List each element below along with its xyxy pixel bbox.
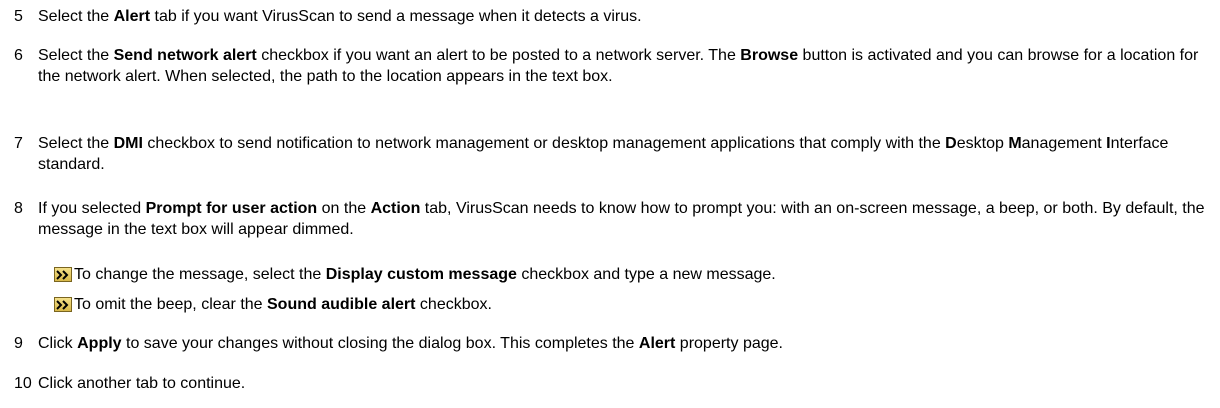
bullet-text: To omit the beep, clear the Sound audibl… bbox=[74, 294, 492, 315]
text-run: to save your changes without closing the… bbox=[121, 335, 639, 352]
bullet-text: To change the message, select the Displa… bbox=[74, 264, 776, 285]
sub-bullet-omit-beep: To omit the beep, clear the Sound audibl… bbox=[54, 294, 492, 315]
ui-term: Alert bbox=[113, 8, 151, 25]
step-7: 7 Select the DMI checkbox to send notifi… bbox=[14, 133, 1209, 175]
text-run: property page. bbox=[675, 335, 783, 352]
text-run: Select the bbox=[38, 47, 114, 64]
ui-term: Action bbox=[370, 200, 421, 217]
text-run: To omit the beep, clear the bbox=[74, 296, 267, 313]
arrow-right-double-icon bbox=[54, 267, 72, 282]
step-text: Select the DMI checkbox to send notifica… bbox=[38, 133, 1209, 175]
ui-term: Alert bbox=[638, 335, 676, 352]
step-number: 7 bbox=[14, 135, 23, 152]
ui-term: Send network alert bbox=[113, 47, 257, 64]
step-number: 6 bbox=[14, 47, 23, 64]
step-text: Click Apply to save your changes without… bbox=[38, 333, 1209, 354]
text-run: checkbox. bbox=[415, 296, 492, 313]
ui-term: DMI bbox=[113, 135, 143, 152]
text-run: tab if you want VirusScan to send a mess… bbox=[150, 8, 642, 25]
step-number: 9 bbox=[14, 335, 23, 352]
sub-bullet-change-message: To change the message, select the Displa… bbox=[54, 264, 776, 285]
step-6: 6 Select the Send network alert checkbox… bbox=[14, 45, 1209, 87]
text-run: If you selected bbox=[38, 200, 146, 217]
ui-term: Apply bbox=[77, 335, 122, 352]
ui-term: Display custom message bbox=[325, 266, 517, 283]
acronym-letter: M bbox=[1008, 135, 1022, 152]
text-run: on the bbox=[317, 200, 371, 217]
text-run: Select the bbox=[38, 135, 114, 152]
text-run: checkbox if you want an alert to be post… bbox=[256, 47, 741, 64]
text-run: checkbox to send notification to network… bbox=[142, 135, 946, 152]
step-text: Select the Send network alert checkbox i… bbox=[38, 45, 1209, 87]
step-number: 8 bbox=[14, 200, 23, 217]
ui-term: Prompt for user action bbox=[145, 200, 318, 217]
text-run: Click bbox=[38, 335, 78, 352]
arrow-right-double-icon bbox=[54, 297, 72, 312]
step-text: Click another tab to continue. bbox=[38, 373, 1209, 394]
step-text: If you selected Prompt for user action o… bbox=[38, 198, 1209, 240]
step-text: Select the Alert tab if you want VirusSc… bbox=[38, 6, 1209, 27]
text-run: checkbox and type a new message. bbox=[516, 266, 776, 283]
step-number: 5 bbox=[14, 8, 23, 25]
step-number: 10 bbox=[14, 375, 32, 392]
text-run: esktop bbox=[956, 135, 1009, 152]
acronym-letter: D bbox=[945, 135, 957, 152]
ui-term: Browse bbox=[740, 47, 799, 64]
text-run: Select the bbox=[38, 8, 114, 25]
text-run: anagement bbox=[1021, 135, 1107, 152]
step-8: 8 If you selected Prompt for user action… bbox=[14, 198, 1209, 240]
step-5: 5 Select the Alert tab if you want Virus… bbox=[14, 6, 1209, 27]
step-9: 9 Click Apply to save your changes witho… bbox=[14, 333, 1209, 354]
text-run: To change the message, select the bbox=[74, 266, 326, 283]
step-10: 10 Click another tab to continue. bbox=[14, 373, 1209, 394]
ui-term: Sound audible alert bbox=[267, 296, 416, 313]
document-page: 5 Select the Alert tab if you want Virus… bbox=[0, 0, 1220, 408]
text-run: Click another tab to continue. bbox=[38, 375, 246, 392]
